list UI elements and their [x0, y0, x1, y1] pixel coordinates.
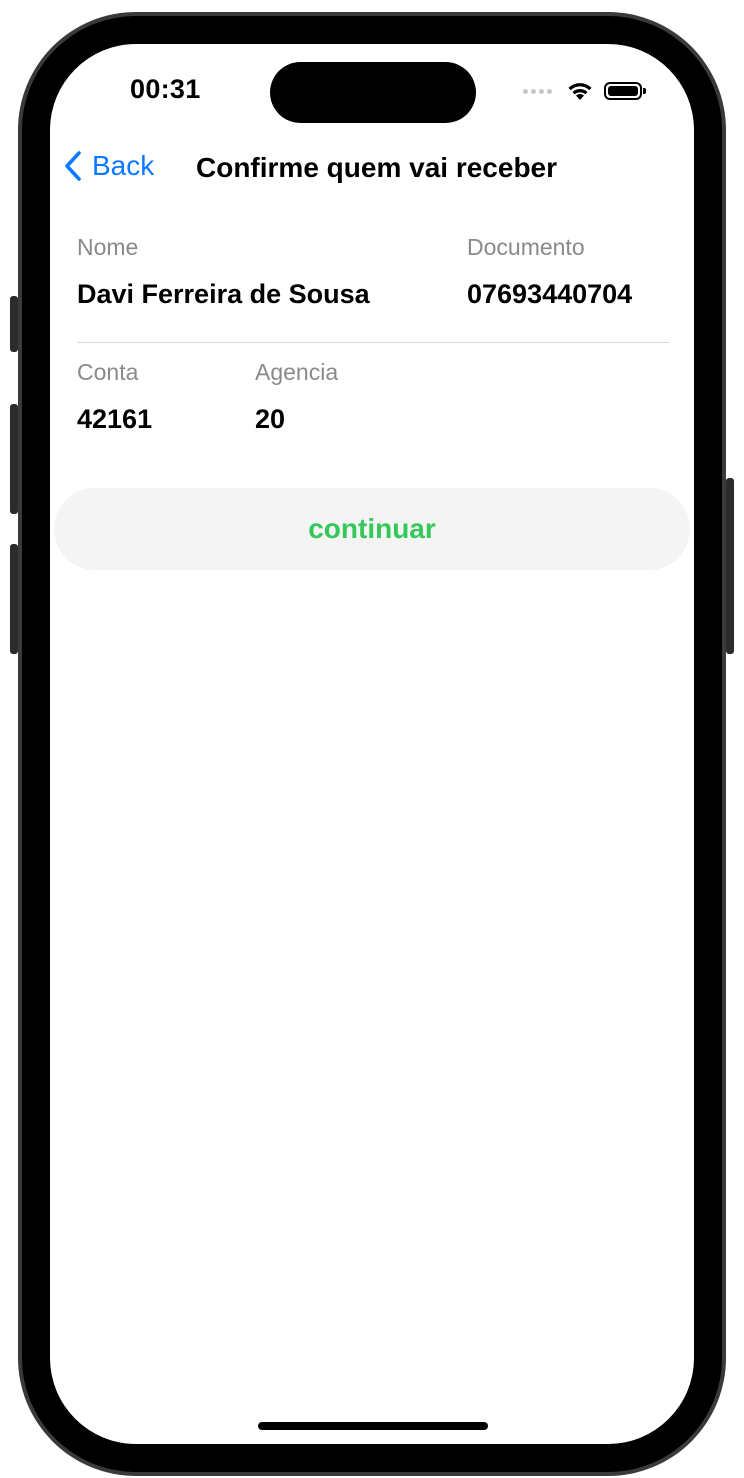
screen: 00:31 Back Confirme quem vai receber Nom… — [50, 44, 694, 1444]
mute-switch — [10, 296, 18, 352]
signal-icon — [523, 88, 552, 94]
account-value: 42161 — [77, 404, 153, 434]
account-label: Conta — [77, 359, 139, 385]
name-value: Davi Ferreira de Sousa — [77, 279, 370, 309]
navigation-bar: Back Confirme quem vai receber — [50, 144, 694, 194]
wifi-icon — [568, 83, 592, 100]
status-icons — [523, 80, 646, 102]
battery-icon — [604, 82, 646, 100]
volume-up-button — [10, 404, 18, 514]
name-label: Nome — [77, 234, 139, 260]
agency-value: 20 — [255, 404, 286, 434]
chevron-left-icon — [65, 151, 81, 181]
power-button — [726, 478, 734, 654]
page-title: Confirme quem vai receber — [196, 152, 558, 183]
document-value: 07693440704 — [467, 279, 633, 309]
divider — [77, 342, 669, 343]
agency-label: Agencia — [255, 359, 339, 385]
home-indicator[interactable] — [258, 1422, 488, 1430]
volume-down-button — [10, 544, 18, 654]
status-time: 00:31 — [130, 74, 201, 104]
back-button[interactable]: Back — [64, 150, 154, 182]
document-label: Documento — [467, 234, 585, 260]
dynamic-island — [270, 62, 476, 123]
back-label: Back — [92, 150, 155, 181]
continue-button[interactable]: continuar — [54, 488, 690, 570]
